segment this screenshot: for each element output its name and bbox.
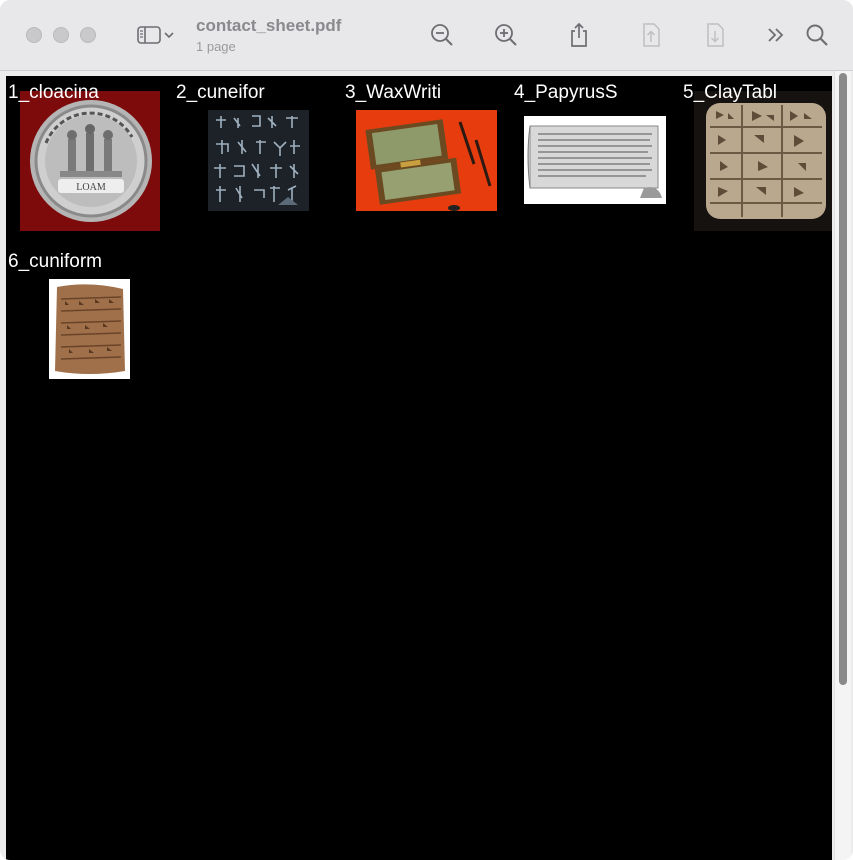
small-tablet-image bbox=[49, 279, 130, 379]
more-tools-button[interactable] bbox=[764, 20, 788, 50]
chevron-down-icon bbox=[163, 30, 175, 40]
zoom-out-icon bbox=[429, 22, 455, 48]
page-count: 1 page bbox=[196, 39, 236, 54]
previous-page-button[interactable] bbox=[638, 20, 664, 50]
toolbar: contact_sheet.pdf 1 page bbox=[0, 0, 853, 71]
minimize-window-button[interactable] bbox=[53, 27, 69, 43]
pdf-preview-window: contact_sheet.pdf 1 page LOAM 1_cloacina… bbox=[0, 0, 853, 860]
thumbnail-label: 4_PapyrusS bbox=[514, 82, 618, 103]
clay-tablet-image bbox=[694, 91, 832, 231]
wax-tablet-image bbox=[356, 110, 497, 211]
zoom-window-button[interactable] bbox=[80, 27, 96, 43]
papyrus-image bbox=[524, 116, 666, 204]
zoom-in-button[interactable] bbox=[492, 20, 520, 50]
share-button[interactable] bbox=[565, 20, 593, 50]
sidebar-toggle-button[interactable] bbox=[131, 20, 179, 50]
thumbnail-label: 1_cloacina bbox=[8, 82, 99, 103]
search-button[interactable] bbox=[803, 20, 831, 50]
scrollbar-thumb[interactable] bbox=[839, 73, 847, 685]
svg-text:LOAM: LOAM bbox=[76, 182, 106, 193]
cuneiform-image bbox=[208, 110, 309, 211]
thumbnail-1[interactable]: LOAM 1_cloacina bbox=[8, 82, 168, 242]
previous-page-icon bbox=[640, 21, 662, 49]
vertical-scrollbar[interactable] bbox=[834, 71, 851, 860]
thumbnail-label: 6_cuniform bbox=[8, 251, 102, 272]
more-icon bbox=[765, 25, 787, 45]
search-icon bbox=[804, 22, 830, 48]
thumbnail-label: 5_ClayTabl bbox=[683, 82, 777, 103]
next-page-icon bbox=[704, 21, 726, 49]
zoom-out-button[interactable] bbox=[428, 20, 456, 50]
close-window-button[interactable] bbox=[26, 27, 42, 43]
next-page-button[interactable] bbox=[702, 20, 728, 50]
pdf-page: LOAM 1_cloacina 2_cuneifor 3_WaxWriti 4_… bbox=[6, 76, 832, 860]
thumbnail-label: 3_WaxWriti bbox=[345, 82, 442, 103]
document-title: contact_sheet.pdf bbox=[196, 16, 342, 35]
thumbnail-2[interactable]: 2_cuneifor bbox=[176, 82, 336, 242]
zoom-in-icon bbox=[493, 22, 519, 48]
coin-image: LOAM bbox=[20, 91, 160, 231]
thumbnail-5[interactable]: 5_ClayTabl bbox=[683, 82, 832, 242]
share-icon bbox=[567, 21, 591, 49]
sidebar-icon bbox=[135, 24, 163, 46]
thumbnail-label: 2_cuneifor bbox=[176, 82, 265, 103]
thumbnail-4[interactable]: 4_PapyrusS bbox=[514, 82, 674, 242]
thumbnail-6[interactable]: 6_cuniform bbox=[8, 251, 168, 411]
thumbnail-3[interactable]: 3_WaxWriti bbox=[345, 82, 505, 242]
